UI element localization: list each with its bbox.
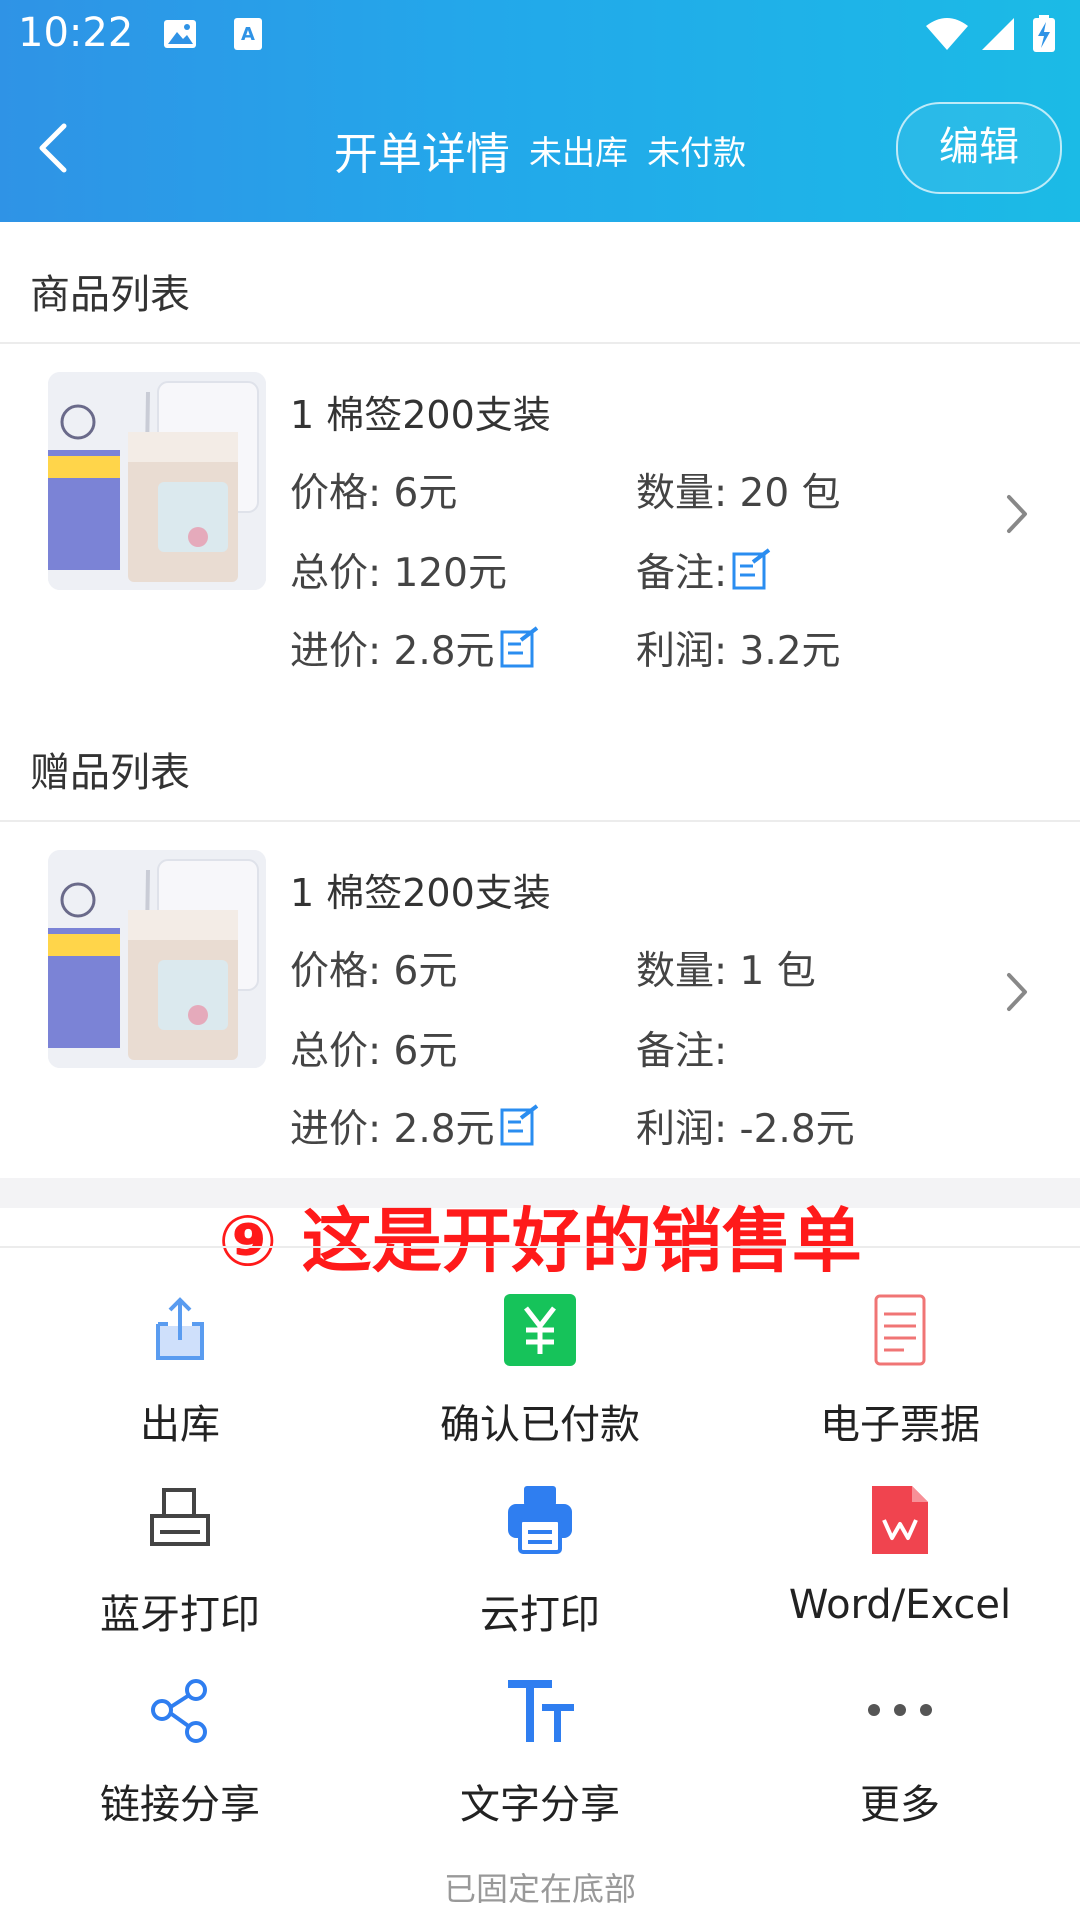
gift-profit: 利润: -2.8元 [636,1107,855,1152]
note-edit-icon[interactable] [731,548,771,592]
status-time: 10:22 [18,10,134,56]
cotton-swab-box-image [48,372,266,590]
action-label: 云打印 [480,1592,600,1638]
action-label: 链接分享 [100,1782,260,1828]
product-note-row: 备注: [636,542,771,598]
action-text-share[interactable]: 文字分享 [360,1670,720,1830]
gifts-section-title: 赠品列表 [30,750,190,796]
gift-name: 1 棉签200支装 [290,871,551,915]
printer-icon [150,1488,210,1546]
edit-button[interactable]: 编辑 [896,102,1062,194]
gift-item[interactable]: 1 棉签200支装 价格: 6元 数量: 1 包 总价: 6元 备注: 进价: … [0,822,1080,1152]
signal-icon [982,18,1014,50]
app-header: 10:22 A 开单详情 未出库 未付款 编辑 [0,0,1080,222]
action-label: 文字分享 [460,1782,620,1828]
action-word-excel[interactable]: Word/Excel [720,1480,1080,1628]
translate-notification-icon: A [234,18,262,50]
more-dots-icon [868,1704,932,1716]
gallery-notification-icon [164,20,196,48]
product-name: 1 棉签200支装 [290,393,551,437]
action-label: 出库 [140,1402,220,1448]
wps-file-icon [872,1486,928,1554]
gift-cost: 进价: 2.8元 [290,1107,495,1152]
product-cost: 进价: 2.8元 [290,629,495,674]
action-label: Word/Excel [788,1582,1012,1628]
product-price: 价格: 6元 [290,471,458,516]
status-outbound: 未出库 [529,133,628,172]
battery-charging-icon [1033,15,1055,52]
cotton-swab-box-image [48,850,266,1068]
divider [0,1246,1080,1248]
gift-note-label: 备注: [636,1029,728,1074]
pinned-bottom-note: 已固定在底部 [443,1870,636,1908]
cost-edit-icon[interactable] [499,1104,539,1148]
products-section-title: 商品列表 [30,272,190,318]
gift-thumbnail [48,850,266,1068]
wifi-icon [926,18,968,50]
cloud-printer-icon [508,1486,572,1554]
product-cost-row: 进价: 2.8元 [290,620,539,676]
action-more[interactable]: 更多 [720,1670,1080,1830]
gift-price: 价格: 6元 [290,949,458,994]
action-confirm-paid[interactable]: 确认已付款 [360,1290,720,1450]
product-profit: 利润: 3.2元 [636,629,841,674]
product-thumbnail [48,372,266,590]
chevron-right-icon[interactable] [1004,970,1030,1014]
action-label: 蓝牙打印 [100,1592,260,1638]
yuan-payment-icon [504,1294,576,1366]
chevron-right-icon[interactable] [1004,492,1030,536]
action-label: 电子票据 [820,1402,980,1448]
document-icon [874,1294,926,1366]
product-quantity: 数量: 20 包 [636,471,841,516]
product-note-label: 备注: [636,551,728,596]
upload-share-icon [156,1297,204,1360]
share-nodes-icon [151,1679,207,1743]
svg-text:A: A [241,24,255,45]
text-size-icon [508,1680,574,1742]
product-total: 总价: 120元 [290,551,507,596]
action-outbound[interactable]: 出库 [0,1290,360,1450]
page-title: 开单详情 [333,129,510,180]
gift-cost-row: 进价: 2.8元 [290,1098,539,1154]
product-item[interactable]: 1 棉签200支装 价格: 6元 数量: 20 包 总价: 120元 备注: 进… [0,344,1080,674]
tutorial-annotation: ⑨ 这是开好的销售单 [218,1200,862,1282]
action-label: 更多 [860,1782,940,1828]
gift-total: 总价: 6元 [290,1029,458,1074]
action-label: 确认已付款 [440,1402,640,1448]
action-bluetooth-print[interactable]: 蓝牙打印 [0,1480,360,1640]
gift-quantity: 数量: 1 包 [636,949,816,994]
cost-edit-icon[interactable] [499,626,539,670]
status-payment: 未付款 [647,133,747,172]
action-link-share[interactable]: 链接分享 [0,1670,360,1830]
action-e-receipt[interactable]: 电子票据 [720,1290,1080,1450]
action-cloud-print[interactable]: 云打印 [360,1480,720,1640]
